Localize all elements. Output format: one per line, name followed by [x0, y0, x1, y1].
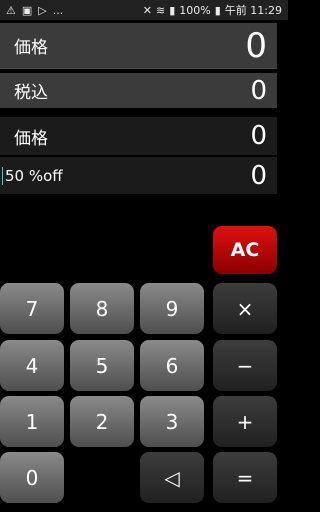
play-icon: ▷: [38, 3, 47, 17]
warning-icon: ⚠: [6, 3, 16, 17]
key-1[interactable]: 1: [0, 396, 64, 447]
price-row[interactable]: 価格 0: [0, 23, 277, 69]
discount-input[interactable]: 50 %off: [2, 166, 63, 185]
status-dots: ...: [52, 3, 64, 17]
status-bar: ⚠ ▣ ▷ ... ✕ ≋ ▮ 100% ▮ 午前 11:29: [0, 0, 288, 20]
price-value: 0: [245, 25, 267, 66]
price2-value: 0: [250, 121, 267, 151]
key-6[interactable]: 6: [140, 340, 204, 391]
key-8[interactable]: 8: [70, 283, 134, 334]
clock: 午前 11:29: [224, 4, 282, 17]
battery-level: 100%: [179, 3, 211, 17]
all-clear-button[interactable]: AC: [213, 226, 277, 274]
text-cursor: [2, 166, 3, 185]
minus-button[interactable]: −: [213, 340, 277, 391]
mute-icon: ✕: [142, 3, 152, 17]
key-5[interactable]: 5: [70, 340, 134, 391]
key-3[interactable]: 3: [140, 396, 204, 447]
discount-label: 50 %off: [5, 166, 63, 185]
key-2[interactable]: 2: [70, 396, 134, 447]
discount-row[interactable]: 50 %off 0: [0, 157, 277, 194]
tax-value: 0: [250, 75, 267, 106]
wifi-icon: ≋: [156, 3, 166, 17]
battery-icon: ▮: [214, 3, 221, 17]
plus-button[interactable]: +: [213, 396, 277, 447]
status-right: ✕ ≋ ▮ 100% ▮ 午前 11:29: [143, 2, 288, 18]
tax-label: 税込: [14, 83, 48, 103]
key-4[interactable]: 4: [0, 340, 64, 391]
key-7[interactable]: 7: [0, 283, 64, 334]
photo-icon: ▣: [21, 3, 33, 17]
key-0[interactable]: 0: [0, 452, 64, 503]
status-left: ⚠ ▣ ▷ ...: [0, 4, 63, 17]
discount-value: 0: [250, 160, 267, 191]
price2-row[interactable]: 価格 0: [0, 117, 277, 155]
multiply-button[interactable]: ×: [213, 283, 277, 334]
price2-label: 価格: [14, 128, 48, 149]
tax-included-row[interactable]: 税込 0: [0, 73, 277, 108]
price-label: 価格: [14, 38, 48, 58]
signal-icon: ▮: [169, 3, 176, 17]
equals-button[interactable]: =: [213, 452, 277, 503]
backspace-button[interactable]: ◁: [140, 452, 204, 503]
key-9[interactable]: 9: [140, 283, 204, 334]
